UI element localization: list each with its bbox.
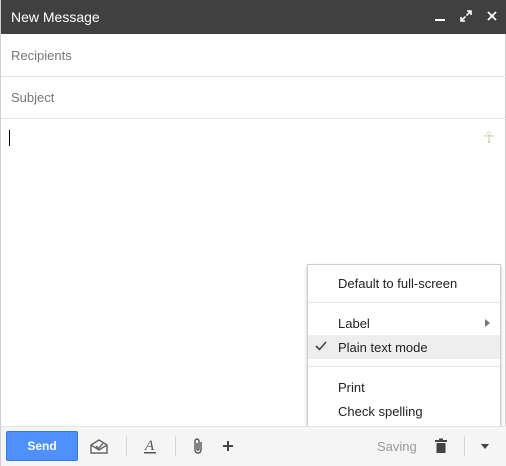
menu-item-label: Check spelling	[338, 404, 423, 419]
menu-item-full-screen[interactable]: Default to full-screen	[308, 271, 500, 295]
minimize-icon[interactable]	[433, 8, 447, 24]
confidential-mode-icon[interactable]	[88, 435, 110, 457]
menu-item-label: Default to full-screen	[338, 276, 458, 291]
text-caret	[9, 130, 10, 146]
menu-item-plain-text[interactable]: Plain text mode	[308, 335, 500, 359]
window-title: New Message	[11, 9, 100, 25]
expand-icon[interactable]	[459, 8, 473, 24]
title-bar: New Message	[1, 0, 506, 34]
menu-item-label: Print	[338, 380, 365, 395]
recipients-field[interactable]	[1, 36, 506, 77]
menu-item-label: Label	[338, 316, 370, 331]
menu-divider	[308, 302, 500, 303]
menu-divider	[308, 366, 500, 367]
menu-item-check-spelling[interactable]: Check spelling	[308, 399, 500, 423]
compose-window: New Message ☥ Def	[0, 0, 506, 466]
formatting-icon[interactable]: A	[139, 435, 161, 457]
subject-input[interactable]	[9, 89, 493, 106]
more-options-menu: Default to full-screen Label Plain text …	[307, 264, 501, 430]
more-options-icon[interactable]	[475, 435, 497, 457]
save-status: Saving	[377, 439, 417, 454]
checkmark-icon	[314, 339, 328, 356]
send-button[interactable]: Send	[6, 431, 78, 461]
plus-icon[interactable]	[217, 435, 239, 457]
menu-item-label-submenu[interactable]: Label	[308, 311, 500, 335]
subject-field[interactable]	[1, 78, 506, 119]
toolbar-divider	[464, 436, 465, 456]
trash-icon[interactable]	[430, 435, 452, 457]
ankh-icon: ☥	[483, 128, 495, 147]
svg-text:A: A	[144, 438, 155, 454]
submenu-arrow-icon	[485, 319, 490, 327]
toolbar-divider	[175, 436, 176, 456]
close-icon[interactable]	[485, 8, 499, 24]
attach-icon[interactable]	[188, 435, 210, 457]
compose-toolbar: Send A Saving	[1, 426, 506, 466]
recipients-input[interactable]	[9, 47, 493, 64]
toolbar-divider	[126, 436, 127, 456]
menu-item-print[interactable]: Print	[308, 375, 500, 399]
menu-item-label: Plain text mode	[338, 340, 428, 355]
